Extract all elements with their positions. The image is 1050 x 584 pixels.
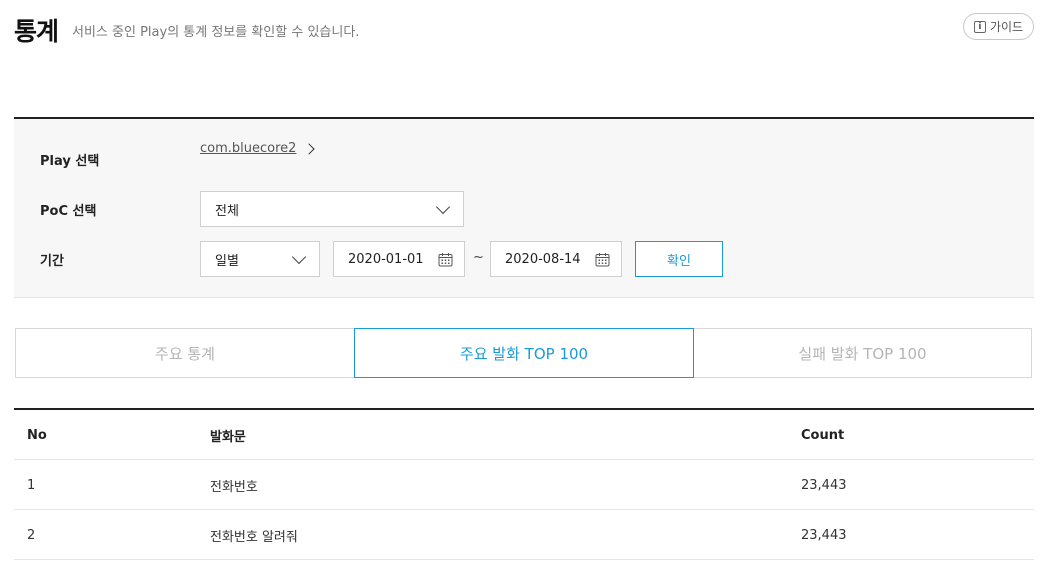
period-label: 기간 — [40, 254, 64, 269]
row-no: 1 — [27, 477, 36, 493]
guide-button[interactable]: i 가이드 — [963, 13, 1034, 40]
play-select-link[interactable]: com.bluecore2 — [200, 141, 316, 156]
chevron-right-icon — [303, 142, 316, 155]
row-utterance: 전화번호 알려줘 — [210, 529, 298, 545]
period-unit-value: 일별 — [215, 253, 239, 269]
start-date-input[interactable]: 2020-01-01 — [333, 241, 465, 277]
table-row: 2 전화번호 알려줘 23,443 — [14, 510, 1034, 560]
poc-select[interactable]: 전체 — [200, 191, 464, 227]
start-date-value: 2020-01-01 — [348, 251, 424, 267]
utterance-table: No 발화문 Count 1 전화번호 23,443 2 전화번호 알려줘 23… — [14, 408, 1034, 560]
page-title: 통계 — [14, 17, 59, 46]
column-header-no: No — [27, 427, 47, 443]
filter-panel: Play 선택 com.bluecore2 PoC 선택 전체 기간 일별 20… — [14, 117, 1034, 298]
tab-top-utterances[interactable]: 주요 발화 TOP 100 — [354, 328, 694, 378]
row-count: 23,443 — [801, 477, 847, 493]
calendar-icon[interactable] — [438, 252, 453, 267]
play-select-value: com.bluecore2 — [200, 141, 297, 156]
chevron-down-icon — [435, 199, 451, 215]
tab-main-stats[interactable]: 주요 통계 — [15, 328, 355, 378]
info-icon: i — [973, 20, 986, 33]
column-header-count: Count — [801, 427, 845, 443]
play-select-label: Play 선택 — [40, 154, 100, 169]
tab-bar: 주요 통계 주요 발화 TOP 100 실패 발화 TOP 100 — [15, 328, 1032, 378]
row-utterance: 전화번호 — [210, 479, 258, 495]
row-count: 23,443 — [801, 527, 847, 543]
calendar-icon[interactable] — [595, 252, 610, 267]
row-no: 2 — [27, 527, 36, 543]
poc-select-label: PoC 선택 — [40, 204, 97, 219]
page-header: 통계 서비스 중인 Play의 통계 정보를 확인할 수 있습니다. — [14, 12, 359, 48]
period-unit-select[interactable]: 일별 — [200, 241, 320, 277]
chevron-down-icon — [291, 249, 307, 265]
date-range-separator: ~ — [473, 250, 484, 265]
table-header-row: No 발화문 Count — [14, 410, 1034, 460]
confirm-button[interactable]: 확인 — [635, 241, 723, 277]
column-header-utterance: 발화문 — [210, 429, 246, 445]
poc-select-value: 전체 — [215, 203, 239, 219]
table-row: 1 전화번호 23,443 — [14, 460, 1034, 510]
page-description: 서비스 중인 Play의 통계 정보를 확인할 수 있습니다. — [72, 25, 360, 40]
end-date-value: 2020-08-14 — [505, 251, 581, 267]
end-date-input[interactable]: 2020-08-14 — [490, 241, 622, 277]
guide-button-label: 가이드 — [989, 20, 1024, 34]
tab-failed-utterances[interactable]: 실패 발화 TOP 100 — [693, 328, 1032, 378]
